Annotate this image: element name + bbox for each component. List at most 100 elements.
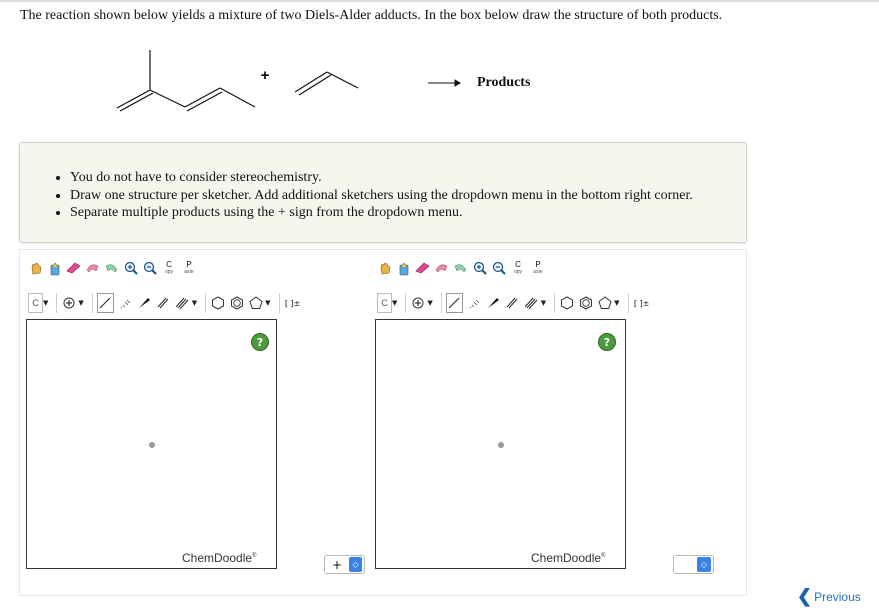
toolbar-divider: [405, 293, 407, 313]
chevron-down-icon[interactable]: ▼: [192, 299, 197, 307]
instruction-item: Separate multiple products using the + s…: [70, 204, 693, 222]
plus-sign: +: [261, 67, 270, 84]
previous-label: Previous: [814, 589, 861, 604]
copy-label-bottom: opy: [164, 269, 174, 275]
canvas-center-dot: [149, 442, 155, 448]
toolbar-divider: [440, 293, 442, 313]
diene-structure: [116, 50, 256, 112]
copy-label-bottom: opy: [513, 269, 523, 275]
cyclopentane-icon[interactable]: [597, 295, 612, 311]
top-divider: [0, 0, 879, 2]
paste-label-bottom: aste: [184, 269, 194, 275]
zoom-in-icon[interactable]: [472, 260, 487, 276]
double-bond-icon[interactable]: [505, 295, 520, 311]
zoom-out-icon[interactable]: [491, 260, 506, 276]
wedge-bond-icon[interactable]: [137, 295, 152, 311]
hand-icon[interactable]: [28, 260, 43, 276]
join-selector[interactable]: + ◇: [324, 555, 365, 574]
toolbar-divider: [91, 293, 93, 313]
help-icon[interactable]: ?: [251, 333, 269, 351]
chevron-left-icon: ❮: [797, 586, 813, 606]
double-bond-icon[interactable]: [156, 295, 171, 311]
undo-icon[interactable]: [434, 260, 449, 276]
toolbar-divider: [278, 293, 280, 313]
benzene-icon[interactable]: [578, 295, 593, 311]
paste-label-bottom: aste: [533, 269, 543, 275]
canvas-center-dot: [498, 442, 504, 448]
previous-button[interactable]: ❮ Previous: [797, 586, 861, 607]
brand-name: ChemDoodle: [182, 551, 253, 565]
hashed-bond-icon[interactable]: [467, 295, 482, 311]
hashed-bond-icon[interactable]: [118, 295, 133, 311]
copy-icon[interactable]: C opy: [510, 260, 526, 276]
cyclohexane-icon[interactable]: [210, 295, 225, 311]
copy-label-top: C: [166, 260, 172, 269]
chevron-down-icon[interactable]: ▼: [392, 299, 397, 307]
chevron-down-icon[interactable]: ▼: [43, 299, 48, 307]
chevron-down-icon[interactable]: ▼: [78, 299, 83, 307]
paste-label-top: P: [535, 260, 541, 269]
zoom-out-icon[interactable]: [142, 260, 157, 276]
toolbar-divider: [205, 293, 207, 313]
updown-arrow-icon: ◇: [697, 557, 711, 572]
eraser-icon[interactable]: [66, 260, 81, 276]
chemdoodle-brand: ChemDoodle®: [182, 551, 256, 565]
instruction-item: Draw one structure per sketcher. Add add…: [70, 187, 693, 205]
products-label: Products: [477, 75, 531, 90]
zoom-in-icon[interactable]: [123, 260, 138, 276]
cyclopentane-icon[interactable]: [248, 295, 263, 311]
clear-icon[interactable]: [396, 260, 411, 276]
undo-icon[interactable]: [85, 260, 100, 276]
registered-mark: ®: [601, 553, 606, 559]
hand-icon[interactable]: [377, 260, 392, 276]
registered-mark: ®: [252, 553, 257, 559]
copy-icon[interactable]: C opy: [161, 260, 177, 276]
element-selector[interactable]: C: [377, 293, 392, 313]
toolbar-row-2: C ▼ ▼ ▼ ▼ []±: [28, 293, 306, 313]
chevron-down-icon[interactable]: ▼: [614, 299, 619, 307]
join-selector-value: +: [332, 557, 343, 572]
triple-bond-icon[interactable]: [524, 295, 539, 311]
chevron-down-icon[interactable]: ▼: [427, 299, 432, 307]
triple-bond-icon[interactable]: [175, 295, 190, 311]
instruction-item: You do not have to consider stereochemis…: [70, 169, 693, 187]
dienophile-structure: [294, 71, 359, 96]
chevron-down-icon[interactable]: ▼: [265, 299, 270, 307]
eraser-icon[interactable]: [415, 260, 430, 276]
instructions-panel: You do not have to consider stereochemis…: [19, 142, 747, 243]
charge-icon[interactable]: [61, 295, 76, 311]
reaction-arrow: [428, 79, 461, 87]
paste-icon[interactable]: P aste: [181, 260, 197, 276]
single-bond-icon[interactable]: [96, 293, 114, 313]
toolbar-row-2: C ▼ ▼ ▼ ▼ []±: [377, 293, 655, 313]
toolbar-divider: [56, 293, 58, 313]
toolbar-divider: [554, 293, 556, 313]
wedge-bond-icon[interactable]: [486, 295, 501, 311]
toolbar-row-1: C opy P aste: [28, 260, 201, 276]
chemdoodle-brand: ChemDoodle®: [531, 551, 605, 565]
brand-name: ChemDoodle: [531, 551, 602, 565]
clear-icon[interactable]: [47, 260, 62, 276]
drawing-canvas[interactable]: ? ChemDoodle®: [375, 319, 626, 569]
redo-icon[interactable]: [453, 260, 468, 276]
updown-arrow-icon: ◇: [349, 557, 362, 572]
paste-label-top: P: [186, 260, 192, 269]
instructions-list: You do not have to consider stereochemis…: [20, 169, 693, 222]
copy-label-top: C: [515, 260, 521, 269]
help-icon[interactable]: ?: [598, 333, 616, 351]
redo-icon[interactable]: [104, 260, 119, 276]
brackets-icon[interactable]: [ ]±: [284, 295, 302, 311]
toolbar-row-1: C opy P aste: [377, 260, 550, 276]
chevron-down-icon[interactable]: ▼: [541, 299, 546, 307]
paste-icon[interactable]: P aste: [530, 260, 546, 276]
single-bond-icon[interactable]: [445, 293, 463, 313]
toolbar-divider: [627, 293, 629, 313]
benzene-icon[interactable]: [229, 295, 244, 311]
charge-icon[interactable]: [410, 295, 425, 311]
element-selector[interactable]: C: [28, 293, 43, 313]
question-text: The reaction shown below yields a mixtur…: [20, 8, 723, 23]
drawing-canvas[interactable]: ? ChemDoodle®: [26, 319, 277, 569]
join-selector[interactable]: ◇: [673, 555, 714, 574]
cyclohexane-icon[interactable]: [559, 295, 574, 311]
brackets-icon[interactable]: [ ]±: [633, 295, 651, 311]
